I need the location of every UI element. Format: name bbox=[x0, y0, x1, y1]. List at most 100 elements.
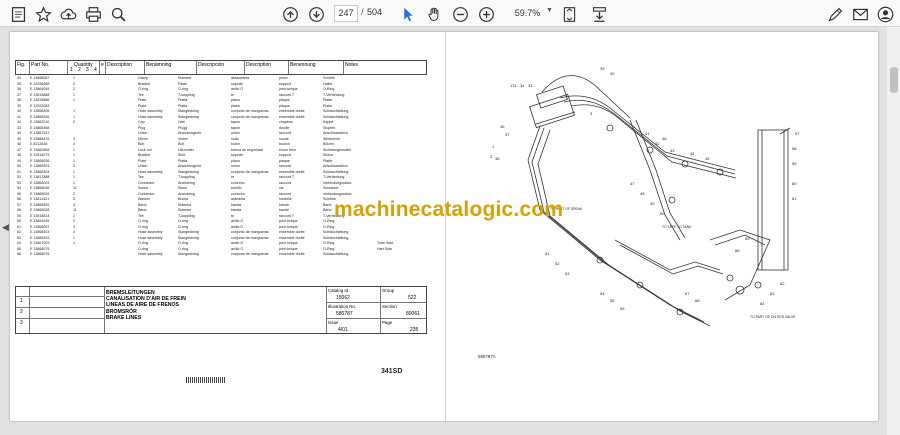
qty-col-4: 4 bbox=[94, 67, 97, 73]
sign-pen-icon[interactable] bbox=[825, 4, 845, 24]
cell-part: E 13868305 bbox=[30, 109, 50, 113]
previous-arrow-icon[interactable]: ◀ bbox=[2, 222, 9, 233]
cell-qty: 1 bbox=[73, 235, 75, 240]
col-notes: Notes bbox=[345, 62, 359, 68]
cell-fig: 47 bbox=[17, 147, 21, 152]
callout-63: 63 bbox=[770, 291, 775, 296]
cell-es: conector bbox=[231, 180, 245, 185]
upload-cloud-icon[interactable] bbox=[58, 4, 78, 24]
table-row: 55 E 13868026 2 Connector Anslutning conector… bbox=[15, 192, 427, 197]
cell-sv: Slangledning bbox=[178, 109, 199, 113]
download-icon[interactable] bbox=[589, 4, 609, 24]
table-row: 36 E 13864045 2 O-ring O-ring anillo O joint t… bbox=[15, 87, 427, 92]
cell-sv: Fäste bbox=[178, 81, 187, 86]
illustration-label: Illustration No. bbox=[328, 304, 357, 309]
email-icon[interactable] bbox=[850, 4, 870, 24]
account-icon[interactable] bbox=[875, 4, 895, 24]
cell-part: E 12922083 bbox=[30, 103, 50, 108]
col-description: Description bbox=[106, 61, 145, 74]
cell-de: T-Verbindung bbox=[323, 92, 345, 97]
qty-col-3: 3 bbox=[86, 67, 89, 73]
cell-part: E 13868036 bbox=[30, 158, 50, 163]
cell-fig: 51 bbox=[17, 169, 21, 174]
pdf-toolbar: 247 / 504 59.7% ▼ bbox=[0, 0, 900, 27]
cell-es: conjunto de mangueras bbox=[231, 114, 269, 119]
cell-qty: 1 bbox=[73, 114, 75, 119]
cell-fig: 45 bbox=[17, 136, 21, 141]
cell-fr: douille bbox=[279, 125, 290, 130]
table-row: 53 E 13868003 1 Connector Anslutning conector… bbox=[15, 181, 427, 186]
cell-desc: Elbow bbox=[138, 136, 148, 141]
cell-sv: O-ring bbox=[178, 246, 188, 251]
cell-part: E 13868306 bbox=[30, 114, 50, 119]
cell-de: Platte bbox=[323, 98, 333, 102]
callout-57: 57 bbox=[795, 131, 800, 136]
cell-fr: raccord bbox=[279, 180, 291, 185]
vertical-scrollbar[interactable] bbox=[887, 27, 900, 435]
callout-41: 41 bbox=[645, 131, 650, 136]
table-row: 49 E 13868036 1 Plate Platta placa plaque Platt… bbox=[15, 159, 427, 164]
cell-part: E 13811421 bbox=[30, 197, 50, 201]
cell-fr: joint torique bbox=[279, 219, 298, 223]
cell-de: Platte bbox=[323, 158, 333, 163]
cell-part: E 13867347 bbox=[30, 131, 50, 135]
cell-es: bulón bbox=[231, 142, 240, 146]
callout-42: 42 bbox=[655, 141, 660, 146]
cell-sv: O-ring bbox=[178, 87, 188, 91]
chevron-down-icon[interactable]: ▼ bbox=[546, 7, 553, 14]
page-number-input[interactable]: 247 bbox=[334, 5, 358, 22]
cell-part: E 13868476 bbox=[30, 136, 50, 141]
zoom-out-icon[interactable] bbox=[450, 4, 470, 24]
cell-fig: 59 bbox=[17, 213, 21, 218]
callout-56: 56 bbox=[620, 306, 625, 311]
table-row: 52 E 13817888 1 Tee T-koppling te raccord T T-V… bbox=[15, 175, 427, 180]
zoom-level-select[interactable]: 59.7% bbox=[505, 5, 550, 22]
print-icon[interactable] bbox=[83, 4, 103, 24]
page-label: Page bbox=[382, 320, 393, 325]
callout-53: 53 bbox=[565, 271, 570, 276]
cell-desc: Connector bbox=[138, 180, 155, 185]
cell-desc: Plate bbox=[138, 103, 147, 108]
cell-es: anillo O bbox=[231, 224, 244, 229]
callout-3: 3 bbox=[590, 111, 593, 116]
bookmark-star-icon[interactable] bbox=[33, 4, 53, 24]
callout-50: 50 bbox=[660, 211, 665, 216]
scrollbar-thumb[interactable] bbox=[890, 67, 898, 93]
quantity-label: Quantity bbox=[74, 62, 93, 68]
cell-es: conector bbox=[231, 191, 245, 196]
cell-fig: 37 bbox=[17, 92, 21, 97]
cell-fig: 61 bbox=[17, 224, 21, 229]
fit-page-icon[interactable] bbox=[559, 4, 579, 24]
hand-pan-icon[interactable] bbox=[424, 4, 444, 24]
cell-sv: Anslutning bbox=[178, 191, 195, 196]
cell-note: Tube Side bbox=[377, 241, 394, 245]
cell-part: E 13868076 bbox=[30, 252, 50, 256]
select-cursor-icon[interactable] bbox=[398, 4, 418, 24]
cell-part: E 13817888 bbox=[30, 175, 50, 179]
cell-desc: Lock nut bbox=[138, 147, 152, 152]
cell-desc: Hose assembly bbox=[138, 169, 163, 174]
cell-desc: Hose assembly bbox=[138, 230, 163, 234]
next-page-icon[interactable] bbox=[306, 4, 326, 24]
cell-es: te bbox=[231, 175, 234, 179]
cell-fig: 60 bbox=[17, 219, 21, 223]
cell-sv: T-koppling bbox=[178, 92, 195, 97]
find-search-icon[interactable] bbox=[108, 4, 128, 24]
cell-es: codo bbox=[231, 136, 239, 141]
page-separator: / bbox=[361, 7, 364, 17]
cell-desc: Bracket bbox=[138, 81, 151, 86]
cell-qty: 11 bbox=[73, 186, 77, 190]
zoom-in-icon[interactable] bbox=[476, 4, 496, 24]
cell-fig: 36 bbox=[17, 87, 21, 91]
cell-de: T-Verbindung bbox=[323, 175, 345, 179]
cell-part: E 13868304 bbox=[30, 169, 50, 174]
cell-fr: raccord bbox=[279, 131, 291, 135]
cell-es: placa bbox=[231, 103, 240, 108]
cell-es: anillo O bbox=[231, 87, 244, 91]
cell-desc: O-ring bbox=[138, 241, 148, 245]
cell-fig: 54 bbox=[17, 186, 21, 190]
cell-desc: Screw bbox=[138, 186, 148, 190]
revision-column bbox=[16, 287, 30, 333]
previous-page-icon[interactable] bbox=[280, 4, 300, 24]
info-icon[interactable] bbox=[8, 4, 28, 24]
